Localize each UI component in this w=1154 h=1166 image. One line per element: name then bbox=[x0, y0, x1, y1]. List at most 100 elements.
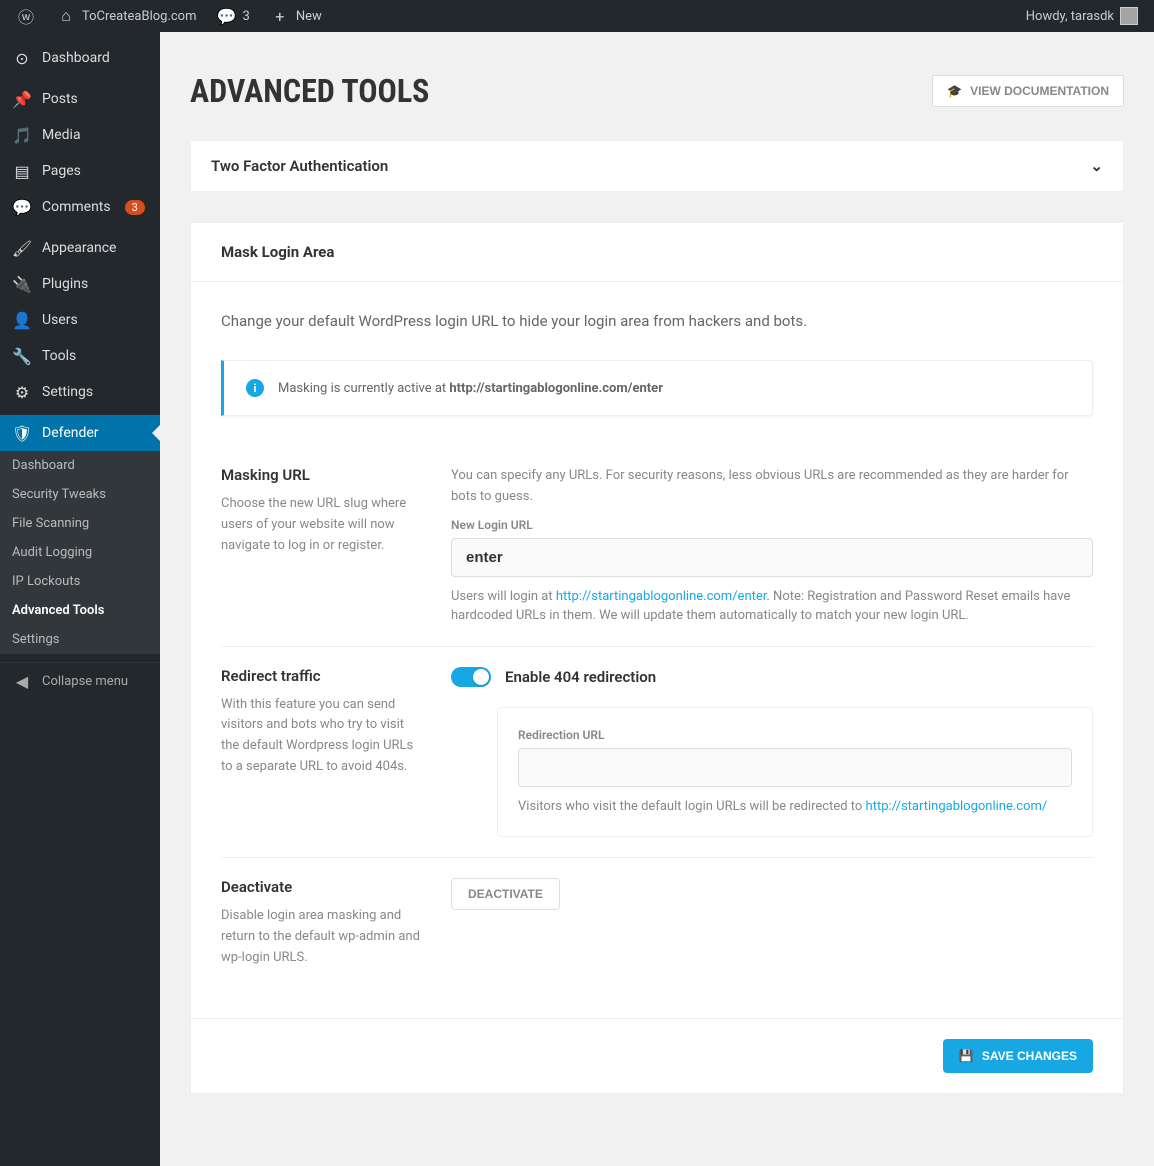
toggle-label: Enable 404 redirection bbox=[505, 668, 656, 686]
home-icon: ⌂ bbox=[56, 6, 76, 26]
section-right-desc: You can specify any URLs. For security r… bbox=[451, 466, 1093, 508]
sidebar-item-media[interactable]: 🎵 Media bbox=[0, 117, 160, 153]
main-content: ADVANCED TOOLS 🎓 VIEW DOCUMENTATION Two F… bbox=[160, 32, 1154, 1166]
plugin-icon: 🔌 bbox=[12, 274, 32, 294]
redirection-url-input[interactable] bbox=[518, 748, 1072, 787]
media-icon: 🎵 bbox=[12, 125, 32, 145]
masking-url-section: Masking URL Choose the new URL slug wher… bbox=[221, 446, 1093, 646]
wrench-icon: 🔧 bbox=[12, 346, 32, 366]
page-title: ADVANCED TOOLS bbox=[190, 72, 429, 110]
comment-icon: 💬 bbox=[12, 197, 32, 217]
submenu-settings[interactable]: Settings bbox=[0, 625, 160, 654]
login-url-label: New Login URL bbox=[451, 518, 1093, 532]
deactivate-section: Deactivate Disable login area masking an… bbox=[221, 857, 1093, 988]
redirect-toggle[interactable] bbox=[451, 667, 491, 687]
two-factor-panel: Two Factor Authentication ⌄ bbox=[190, 140, 1124, 192]
sidebar-item-appearance[interactable]: 🖌 Appearance bbox=[0, 230, 160, 266]
sidebar-item-label: Plugins bbox=[42, 276, 88, 292]
sidebar-item-label: Dashboard bbox=[42, 50, 110, 66]
site-name: ToCreateaBlog.com bbox=[82, 9, 197, 24]
sidebar-item-defender[interactable]: 🛡 Defender bbox=[0, 415, 160, 451]
new-link[interactable]: + New bbox=[262, 0, 330, 32]
sidebar-item-plugins[interactable]: 🔌 Plugins bbox=[0, 266, 160, 302]
panel-header: Mask Login Area bbox=[191, 223, 1123, 282]
account-link[interactable]: Howdy, tarasdk bbox=[1018, 0, 1146, 32]
two-factor-accordion-toggle[interactable]: Two Factor Authentication ⌄ bbox=[191, 141, 1123, 191]
section-desc: Disable login area masking and return to… bbox=[221, 906, 421, 968]
submenu-dashboard[interactable]: Dashboard bbox=[0, 451, 160, 480]
sidebar-item-label: Tools bbox=[42, 348, 76, 364]
settings-icon: ⚙ bbox=[12, 382, 32, 402]
save-btn-label: SAVE CHANGES bbox=[982, 1049, 1077, 1063]
mask-login-panel: Mask Login Area Change your default Word… bbox=[190, 222, 1124, 1094]
brush-icon: 🖌 bbox=[12, 238, 32, 258]
section-title: Deactivate bbox=[221, 878, 421, 896]
chevron-down-icon: ⌄ bbox=[1090, 157, 1103, 175]
sidebar-item-label: Pages bbox=[42, 163, 81, 179]
redirection-url-label: Redirection URL bbox=[518, 728, 1072, 742]
collapse-menu[interactable]: ◀ Collapse menu bbox=[0, 662, 160, 699]
notice-text: Masking is currently active at http://st… bbox=[278, 381, 663, 396]
shield-icon: 🛡 bbox=[12, 423, 32, 443]
login-url-input[interactable] bbox=[451, 538, 1093, 577]
sidebar-item-pages[interactable]: ▤ Pages bbox=[0, 153, 160, 189]
sidebar-item-label: Comments bbox=[42, 199, 111, 215]
submenu-ip-lockouts[interactable]: IP Lockouts bbox=[0, 567, 160, 596]
admin-topbar: ⓦ ⌂ToCreateaBlog.com 💬3 +New Howdy, tara… bbox=[0, 0, 1154, 32]
howdy-text: Howdy, tarasdk bbox=[1026, 9, 1114, 24]
comments-count: 3 bbox=[243, 9, 250, 24]
collapse-label: Collapse menu bbox=[42, 674, 128, 689]
save-icon: 💾 bbox=[959, 1049, 974, 1063]
sidebar-item-users[interactable]: 👤 Users bbox=[0, 302, 160, 338]
sidebar-item-tools[interactable]: 🔧 Tools bbox=[0, 338, 160, 374]
active-notice: i Masking is currently active at http://… bbox=[221, 360, 1093, 416]
view-documentation-button[interactable]: 🎓 VIEW DOCUMENTATION bbox=[932, 75, 1124, 107]
site-link[interactable]: ⌂ ToCreateaBlog.com bbox=[48, 0, 205, 32]
plus-icon: + bbox=[270, 6, 290, 26]
sidebar-item-label: Users bbox=[42, 312, 78, 328]
sidebar-item-label: Settings bbox=[42, 384, 93, 400]
panel-description: Change your default WordPress login URL … bbox=[221, 312, 1093, 330]
dashboard-icon: ⊙ bbox=[12, 48, 32, 68]
deactivate-button[interactable]: DEACTIVATE bbox=[451, 878, 560, 910]
save-changes-button[interactable]: 💾 SAVE CHANGES bbox=[943, 1039, 1093, 1073]
section-desc: Choose the new URL slug where users of y… bbox=[221, 494, 421, 556]
redirection-box: Redirection URL Visitors who visit the d… bbox=[497, 707, 1093, 838]
sidebar-item-label: Posts bbox=[42, 91, 78, 107]
new-label: New bbox=[296, 9, 322, 24]
submenu-security-tweaks[interactable]: Security Tweaks bbox=[0, 480, 160, 509]
comments-badge: 3 bbox=[125, 200, 145, 215]
submenu-audit-logging[interactable]: Audit Logging bbox=[0, 538, 160, 567]
doc-btn-label: VIEW DOCUMENTATION bbox=[970, 84, 1109, 98]
sidebar-item-label: Media bbox=[42, 127, 81, 143]
section-desc: With this feature you can send visitors … bbox=[221, 695, 421, 778]
sidebar-item-dashboard[interactable]: ⊙ Dashboard bbox=[0, 40, 160, 76]
login-url-link[interactable]: http://startingablogonline.com/enter bbox=[556, 589, 767, 604]
submenu-file-scanning[interactable]: File Scanning bbox=[0, 509, 160, 538]
page-icon: ▤ bbox=[12, 161, 32, 181]
sidebar-item-label: Appearance bbox=[42, 240, 116, 256]
submenu-advanced-tools[interactable]: Advanced Tools bbox=[0, 596, 160, 625]
sidebar-item-settings[interactable]: ⚙ Settings bbox=[0, 374, 160, 410]
redirection-help: Visitors who visit the default login URL… bbox=[518, 797, 1072, 817]
info-icon: i bbox=[246, 379, 264, 397]
login-url-help: Users will login at http://startingablog… bbox=[451, 587, 1093, 626]
wordpress-icon: ⓦ bbox=[16, 6, 36, 26]
comment-icon: 💬 bbox=[217, 6, 237, 26]
section-title: Masking URL bbox=[221, 466, 421, 484]
sidebar-item-comments[interactable]: 💬 Comments 3 bbox=[0, 189, 160, 225]
defender-submenu: Dashboard Security Tweaks File Scanning … bbox=[0, 451, 160, 654]
accordion-title: Two Factor Authentication bbox=[211, 157, 388, 175]
sidebar-item-posts[interactable]: 📌 Posts bbox=[0, 81, 160, 117]
comments-link[interactable]: 💬3 bbox=[209, 0, 258, 32]
redirection-link[interactable]: http://startingablogonline.com/ bbox=[866, 799, 1048, 814]
pin-icon: 📌 bbox=[12, 89, 32, 109]
sidebar-item-label: Defender bbox=[42, 425, 99, 441]
graduation-icon: 🎓 bbox=[947, 84, 962, 98]
avatar bbox=[1120, 7, 1138, 25]
collapse-icon: ◀ bbox=[12, 671, 32, 691]
wp-logo[interactable]: ⓦ bbox=[8, 0, 44, 32]
admin-sidebar: ⊙ Dashboard 📌 Posts 🎵 Media ▤ Pages 💬 Comment… bbox=[0, 32, 160, 1166]
user-icon: 👤 bbox=[12, 310, 32, 330]
section-title: Redirect traffic bbox=[221, 667, 421, 685]
